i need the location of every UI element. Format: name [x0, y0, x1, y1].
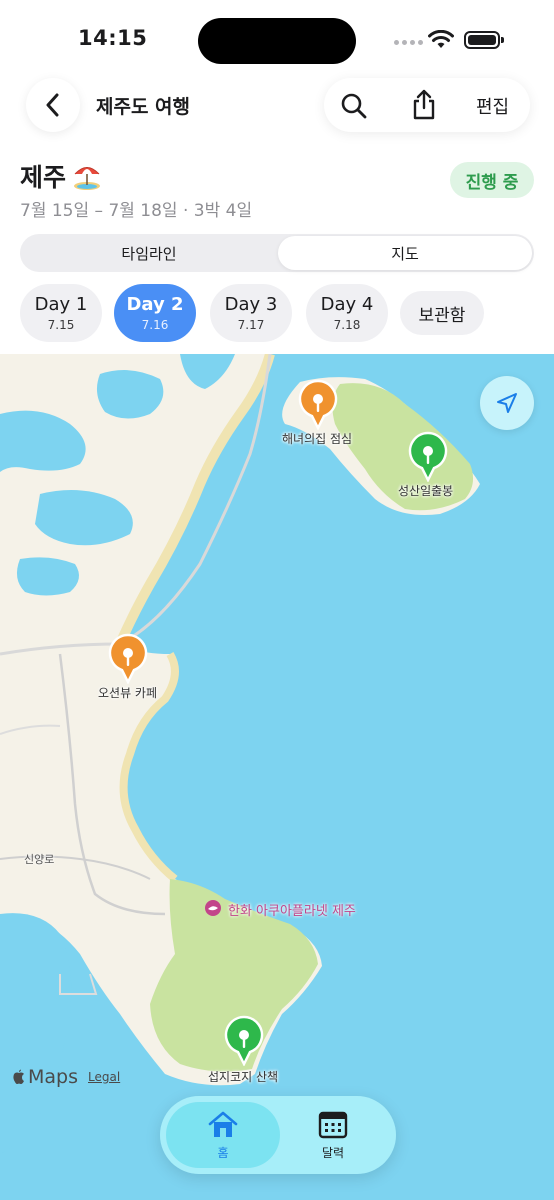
day-chip-date: 7.16 [141, 318, 169, 332]
search-icon [341, 93, 367, 119]
day-chip-3[interactable]: Day 3 7.17 [210, 284, 292, 342]
pin-label: 성산일출봉 [398, 484, 454, 498]
pin-label: 섭지코지 산책 [208, 1070, 279, 1084]
day-chip-label: Day 2 [126, 294, 184, 315]
battery-icon [464, 31, 504, 49]
tab-bar: 홈 달력 [160, 1096, 396, 1174]
map-pin-green[interactable] [406, 430, 450, 483]
status-time: 14:15 [78, 26, 148, 50]
trip-title: 제주 [20, 163, 67, 192]
tab-home-label: 홈 [217, 1145, 229, 1160]
trip-dates: 7월 15일 – 7월 18일 · 3박 4일 [20, 201, 253, 221]
day-chip-1[interactable]: Day 1 7.15 [20, 284, 102, 342]
back-button[interactable] [26, 78, 80, 132]
map-pin-orange[interactable] [106, 632, 150, 685]
map-pin-green[interactable] [222, 1014, 266, 1067]
cellular-signal-icon [394, 40, 423, 45]
archive-chip[interactable]: 보관함 [400, 291, 484, 335]
nav-actions: 편집 [324, 78, 530, 132]
pin-icon [224, 1015, 264, 1067]
day-chip-2[interactable]: Day 2 7.16 [114, 284, 196, 342]
nav-title: 제주도 여행 [96, 96, 191, 118]
day-chip-label: Day 1 [34, 294, 88, 315]
wifi-icon [428, 30, 454, 48]
day-chip-4[interactable]: Day 4 7.18 [306, 284, 388, 342]
apple-logo-icon [13, 1069, 24, 1084]
dynamic-island [198, 18, 356, 64]
tab-calendar[interactable]: 달력 [276, 1102, 390, 1168]
road-label: 신양로 [24, 853, 55, 866]
locate-me-button[interactable] [480, 376, 534, 430]
day-chip-date: 7.15 [47, 318, 75, 332]
tab-home[interactable]: 홈 [166, 1102, 280, 1168]
house-icon [208, 1111, 238, 1137]
apple-maps-attribution: Maps [12, 1066, 78, 1088]
chevron-left-icon [46, 93, 59, 117]
day-chip-label: Day 3 [224, 294, 278, 315]
edit-button[interactable]: 편집 [476, 93, 509, 119]
day-chip-date: 7.18 [333, 318, 361, 332]
share-button[interactable] [408, 88, 440, 122]
segment-timeline[interactable]: 타임라인 [22, 236, 276, 270]
pin-icon [108, 633, 148, 685]
status-bar: 14:15 [0, 0, 554, 80]
status-badge: 진행 중 [450, 162, 534, 198]
map-view[interactable]: 해녀의집 점심 성산일출봉 오션뷰 카페 섭지코지 산책 한화 아쿠아플라넷 제… [0, 354, 554, 1200]
map-pin-orange[interactable] [296, 378, 340, 431]
pin-icon [298, 379, 338, 431]
pin-label: 오션뷰 카페 [98, 686, 158, 700]
aquarium-poi-icon [205, 900, 221, 916]
beach-umbrella-icon [74, 167, 101, 190]
pin-icon [408, 431, 448, 483]
pin-label: 해녀의집 점심 [282, 432, 353, 446]
tab-calendar-label: 달력 [321, 1145, 345, 1160]
maps-wordmark: Maps [28, 1066, 78, 1088]
day-chip-label: Day 4 [320, 294, 374, 315]
poi-label[interactable]: 한화 아쿠아플라넷 제주 [228, 900, 356, 919]
legal-link[interactable]: Legal [88, 1070, 120, 1084]
trip-title-row: 제주 [20, 158, 102, 194]
share-icon [413, 89, 435, 120]
view-segmented-control: 타임라인 지도 [20, 234, 534, 272]
calendar-icon [318, 1111, 348, 1138]
search-button[interactable] [338, 90, 370, 122]
day-chip-date: 7.17 [237, 318, 265, 332]
location-arrow-icon [497, 393, 517, 413]
segment-map[interactable]: 지도 [278, 236, 532, 270]
